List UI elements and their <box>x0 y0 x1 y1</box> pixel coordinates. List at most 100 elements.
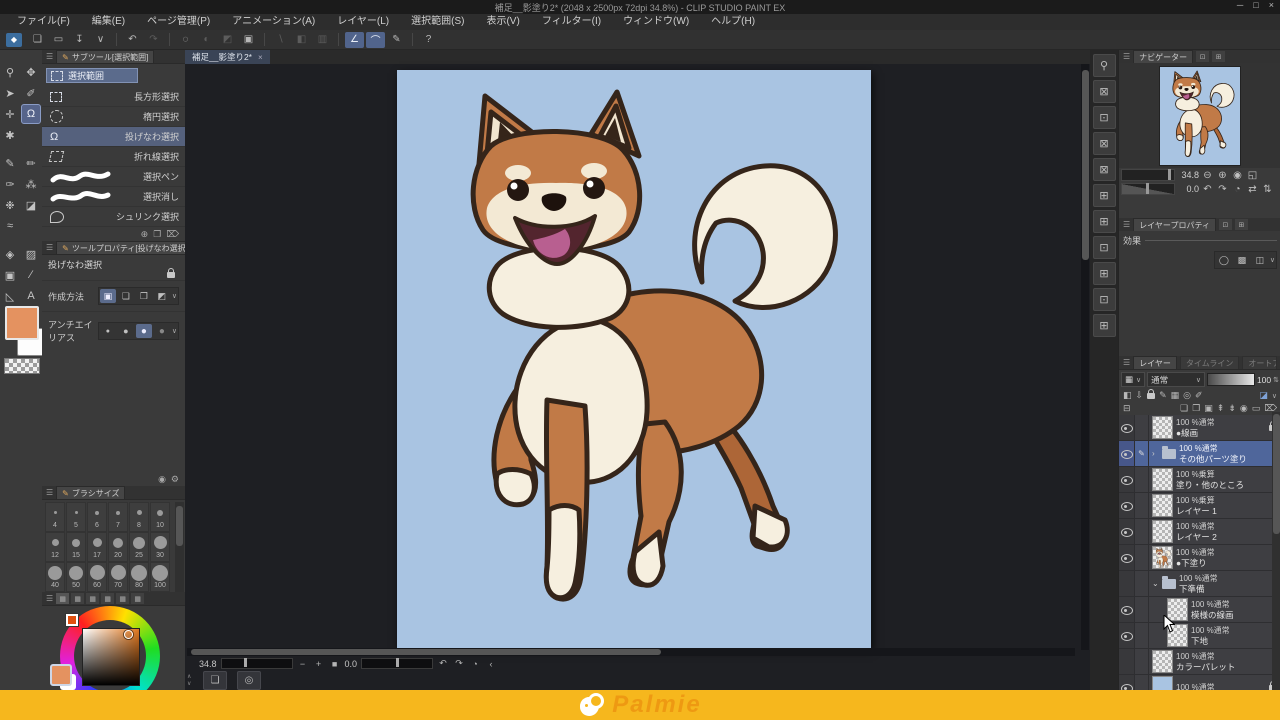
visibility-eye-icon[interactable] <box>1121 423 1133 433</box>
opacity-slider[interactable] <box>1207 373 1255 386</box>
effect-tone-icon[interactable]: ▩ <box>1234 253 1250 267</box>
eyedropper-tool-icon[interactable]: ✐ <box>21 83 41 103</box>
add-subtool-icon[interactable]: ⊕ <box>141 229 149 240</box>
auto-select-tool-icon[interactable]: ✱ <box>0 125 20 145</box>
redo-icon[interactable]: ↷ <box>144 32 163 48</box>
subtool-erase-selection[interactable]: 選択消し <box>42 187 185 207</box>
timeline-tab[interactable]: タイムライン <box>1180 356 1239 369</box>
layer-thumbnail[interactable] <box>1152 468 1173 491</box>
airbrush-tool-icon[interactable]: ⁂ <box>21 174 41 194</box>
selection-border-icon[interactable]: ▣ <box>239 32 258 48</box>
selection-tool-icon[interactable]: Ω <box>21 104 41 124</box>
effect-border-icon[interactable]: ◯ <box>1216 253 1232 267</box>
layer-thumbnail[interactable] <box>1152 416 1173 439</box>
folder-collapse-icon[interactable]: › <box>1152 449 1159 458</box>
subtool-ellipse-select[interactable]: 楕円選択 <box>42 107 185 127</box>
brush-size-60[interactable]: 60 <box>87 562 107 592</box>
tool-navigation-tab-icon[interactable]: ⊞ <box>1235 219 1248 230</box>
navigator-rotate-right-icon[interactable]: ↷ <box>1216 184 1229 195</box>
flatten-icon[interactable]: ▭ <box>1252 403 1261 414</box>
brush-size-25[interactable]: 25 <box>129 532 149 562</box>
save-icon[interactable]: ↧ <box>70 32 89 48</box>
visibility-eye-icon[interactable] <box>1121 605 1133 615</box>
intersect-selection-icon[interactable]: ◩ <box>154 289 170 303</box>
layer-row-nuri-hoka[interactable]: 100 %乗算塗り・他のところ <box>1119 467 1280 493</box>
menu-file[interactable]: ファイル(F) <box>6 14 81 30</box>
brush-size-100[interactable]: 100 <box>150 562 170 592</box>
hand-tool-icon[interactable]: ✥ <box>21 62 41 82</box>
quick-material-9-icon[interactable]: ⊡ <box>1093 288 1116 311</box>
menu-animation[interactable]: アニメーション(A) <box>221 14 326 30</box>
clip-studio-icon[interactable]: ◆ <box>6 33 22 47</box>
navigator-flip-v-icon[interactable]: ⇅ <box>1261 184 1274 195</box>
frame-tool-icon[interactable]: ▣ <box>0 265 20 285</box>
open-file-icon[interactable]: ▭ <box>49 32 68 48</box>
brush-size-4[interactable]: 4 <box>45 502 65 532</box>
antialias-none-icon[interactable]: ● <box>100 324 116 338</box>
canvas-flip-icon[interactable]: ‹ <box>485 659 497 669</box>
creation-method-caret-icon[interactable]: ∨ <box>172 292 177 300</box>
reselect-icon[interactable]: ◐ <box>197 32 216 48</box>
canvas-rotation-slider[interactable] <box>361 658 433 669</box>
foreground-color-swatch[interactable] <box>5 306 39 340</box>
hue-marker[interactable] <box>66 614 78 626</box>
navigator-fit-icon[interactable]: ◱ <box>1246 170 1259 181</box>
tool-property-tab[interactable]: ✎ ツールプロパティ[投げなわ選択] <box>56 241 194 254</box>
text-tool-icon[interactable]: A <box>21 286 41 306</box>
layers-menu-icon[interactable]: ☰ <box>1123 358 1130 367</box>
antialias-middle-icon[interactable]: ● <box>136 324 152 338</box>
canvas-horizontal-scrollbar[interactable] <box>187 648 1075 656</box>
quick-material-2-icon[interactable]: ⊡ <box>1093 106 1116 129</box>
blend-tool-icon[interactable]: ≈ <box>0 216 20 236</box>
visibility-eye-icon[interactable] <box>1121 501 1133 511</box>
ruler-tool-icon[interactable]: ◺ <box>0 286 20 306</box>
new-layer-icon[interactable]: ❏ <box>1180 403 1188 414</box>
snap-special-ruler-icon[interactable]: ⌒ <box>366 32 385 48</box>
combine-down-icon[interactable]: ⇟ <box>1228 403 1236 414</box>
item-bank-tab-icon[interactable]: ⊞ <box>1212 51 1225 62</box>
layer-thumbnail[interactable] <box>1152 494 1173 517</box>
brush-size-80[interactable]: 80 <box>129 562 149 592</box>
color-wheel-tab-icon[interactable]: ▦ <box>56 593 69 604</box>
transparent-color-swatch[interactable] <box>4 358 40 374</box>
blend-mode-combo[interactable]: 通常∨ <box>1147 372 1205 387</box>
brush-size-10[interactable]: 10 <box>150 502 170 532</box>
layer-property-tab[interactable]: レイヤープロパティ <box>1133 218 1216 231</box>
subtool-polyline-select[interactable]: 折れ線選択 <box>42 147 185 167</box>
navigator-rotate-reset-icon[interactable]: ◔ <box>1231 184 1244 195</box>
approximate-color-tab-icon[interactable]: ▦ <box>116 593 129 604</box>
canvas-vertical-scrollbar[interactable] <box>1081 64 1089 650</box>
reference-layer-icon[interactable]: ✐ <box>1195 390 1203 401</box>
quick-material-8-icon[interactable]: ⊞ <box>1093 262 1116 285</box>
color-history-tab-icon[interactable]: ▦ <box>131 593 144 604</box>
visibility-eye-icon[interactable] <box>1121 631 1133 641</box>
navigator-zoom-in-icon[interactable]: ⊕ <box>1216 170 1229 181</box>
new-folder-icon[interactable]: ▣ <box>1204 403 1213 414</box>
brush-size-5[interactable]: 5 <box>66 502 86 532</box>
layers-tab[interactable]: レイヤー <box>1133 356 1177 369</box>
brush-size-50[interactable]: 50 <box>66 562 86 592</box>
quick-material-3-icon[interactable]: ⊠ <box>1093 132 1116 155</box>
new-file-icon[interactable]: ❏ <box>28 32 47 48</box>
visibility-eye-icon[interactable] <box>1121 527 1133 537</box>
brush-size-20[interactable]: 20 <box>108 532 128 562</box>
snap-grid-icon[interactable]: ✎ <box>387 32 406 48</box>
subtool-detail-icon[interactable]: ⚙ <box>171 474 179 485</box>
navigator-zoom-value[interactable]: 34.8 <box>1177 170 1199 180</box>
canvas-zoom-out-icon[interactable]: − <box>297 659 309 669</box>
quick-material-4-icon[interactable]: ⊠ <box>1093 158 1116 181</box>
navigator-zoom-out-icon[interactable]: ⊖ <box>1201 170 1214 181</box>
brush-size-70[interactable]: 70 <box>108 562 128 592</box>
transfer-down-icon[interactable]: ⇞ <box>1217 403 1225 414</box>
brush-size-15[interactable]: 15 <box>66 532 86 562</box>
brush-size-12[interactable]: 12 <box>45 532 65 562</box>
antialias-weak-icon[interactable]: ● <box>118 324 134 338</box>
layer-row-layer1[interactable]: 100 %乗算レイヤー 1 <box>1119 493 1280 519</box>
layer-color-caret-icon[interactable]: ∨ <box>1272 392 1277 400</box>
disabled-icon-2[interactable]: ◧ <box>292 32 311 48</box>
navigator-rotation-value[interactable]: 0.0 <box>1177 184 1199 194</box>
canvas-tab-close-icon[interactable]: × <box>258 53 263 62</box>
subtool-tab[interactable]: ✎ サブツール[選択範囲] <box>56 50 154 63</box>
lock-transparent-icon[interactable]: ✎ <box>1159 390 1167 401</box>
antialias-strong-icon[interactable]: ● <box>154 324 170 338</box>
